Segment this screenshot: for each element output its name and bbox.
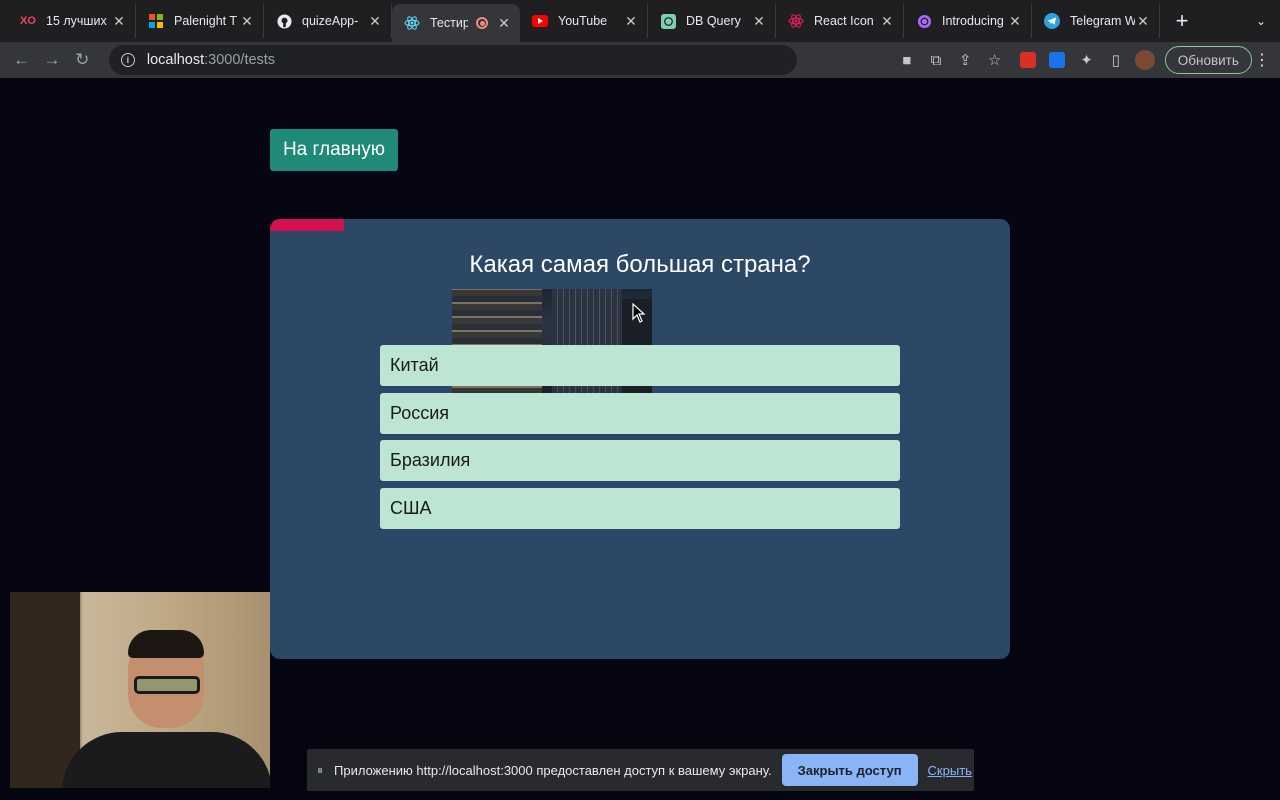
browser-tab[interactable]: Introducing ✕ <box>904 4 1032 38</box>
close-icon[interactable]: ✕ <box>496 15 512 32</box>
answer-option[interactable]: Россия <box>380 392 900 434</box>
progress-bar <box>270 219 1010 231</box>
close-icon[interactable]: ✕ <box>879 13 895 30</box>
extensions-puzzle-icon[interactable]: ✦ <box>1073 45 1100 75</box>
browser-toolbar: ← → ↻ i localhost:3000/tests ■ ⧉ ⇪ ☆ ✦ ▯… <box>0 42 1280 78</box>
react-icons-icon <box>788 13 804 29</box>
update-browser-button[interactable]: Обновить <box>1164 46 1252 74</box>
close-icon[interactable]: ✕ <box>751 13 767 30</box>
quiz-card: Какая самая большая страна? Китай Россия… <box>270 219 1010 659</box>
browser-tab-active[interactable]: Тестир ✕ <box>392 4 520 42</box>
answer-option[interactable]: США <box>380 487 900 529</box>
tab-search-chevron-icon[interactable]: ⌄ <box>1256 14 1266 28</box>
profile-avatar[interactable] <box>1131 45 1158 75</box>
answer-list: Китай Россия Бразилия США <box>380 345 900 535</box>
close-icon[interactable]: ✕ <box>111 13 127 30</box>
browser-tab[interactable]: XO 15 лучших ✕ <box>8 4 136 38</box>
tab-title: YouTube <box>558 14 608 28</box>
stop-sharing-button[interactable]: Закрыть доступ <box>781 754 918 786</box>
browser-tab[interactable]: YouTube ✕ <box>520 4 648 38</box>
close-icon[interactable]: ✕ <box>1135 13 1151 30</box>
browser-tab[interactable]: Telegram W ✕ <box>1032 4 1160 38</box>
tab-title: Тестир <box>430 16 468 30</box>
github-icon <box>276 13 292 29</box>
telegram-icon <box>1044 13 1060 29</box>
extension-red-icon[interactable] <box>1014 45 1041 75</box>
tab-title: Introducing <box>942 14 1004 28</box>
url-host: localhost <box>146 52 205 68</box>
url-path: :3000/tests <box>204 52 276 68</box>
close-icon[interactable]: ✕ <box>623 13 639 30</box>
openai-icon <box>660 13 676 29</box>
xo-icon: XO <box>20 15 36 27</box>
close-icon[interactable]: ✕ <box>367 13 383 30</box>
menu-kebab-icon[interactable]: ⋮ <box>1252 50 1272 70</box>
back-arrow-icon[interactable]: ← <box>8 45 35 75</box>
recording-icon <box>476 17 488 29</box>
browser-tab[interactable]: React Icon ✕ <box>776 4 904 38</box>
mouse-cursor-icon <box>632 303 646 323</box>
new-tab-button[interactable]: + <box>1166 4 1198 38</box>
tab-title: 15 лучших <box>46 14 107 28</box>
browser-tab-strip: XO 15 лучших ✕ Palenight T ✕ quizeApp- ✕… <box>0 0 1280 42</box>
share-message: Приложению http://localhost:3000 предост… <box>334 762 772 778</box>
hide-link[interactable]: Скрыть <box>928 763 972 778</box>
tab-title: React Icon <box>814 14 874 28</box>
camera-icon[interactable]: ■ <box>893 45 920 75</box>
webcam-overlay <box>10 592 270 788</box>
share-icon[interactable]: ⇪ <box>952 45 979 75</box>
answer-option[interactable]: Китай <box>380 345 900 386</box>
home-button[interactable]: На главную <box>270 129 398 171</box>
side-panel-icon[interactable]: ▯ <box>1102 45 1129 75</box>
tab-title: Palenight T <box>174 14 238 28</box>
pause-icon: ⏸ <box>317 762 324 777</box>
translate-icon[interactable]: ⧉ <box>922 45 949 75</box>
tab-title: quizeApp- <box>302 14 359 28</box>
screen-share-bar: ⏸ Приложению http://localhost:3000 предо… <box>307 749 974 791</box>
browser-tab[interactable]: DB Query ✕ <box>648 4 776 38</box>
forward-arrow-icon[interactable]: → <box>38 45 65 75</box>
chatgpt-icon <box>916 13 932 29</box>
browser-tab[interactable]: Palenight T ✕ <box>136 4 264 38</box>
tab-title: Telegram W <box>1070 14 1135 28</box>
answer-option[interactable]: Бразилия <box>380 440 900 481</box>
tab-title: DB Query <box>686 14 741 28</box>
close-icon[interactable]: ✕ <box>1007 13 1023 30</box>
reload-icon[interactable]: ↻ <box>69 45 96 75</box>
react-icon <box>404 15 420 31</box>
address-bar[interactable]: i localhost:3000/tests <box>108 45 798 75</box>
microsoft-icon <box>148 13 164 29</box>
youtube-icon <box>532 13 548 29</box>
progress-bar-fill <box>270 219 344 231</box>
question-title: Какая самая большая страна? <box>469 251 811 278</box>
close-icon[interactable]: ✕ <box>239 13 255 30</box>
bookmark-star-icon[interactable]: ☆ <box>981 45 1008 75</box>
extension-blue-icon[interactable] <box>1044 45 1071 75</box>
browser-tab[interactable]: quizeApp- ✕ <box>264 4 392 38</box>
site-info-icon[interactable]: i <box>120 53 135 67</box>
